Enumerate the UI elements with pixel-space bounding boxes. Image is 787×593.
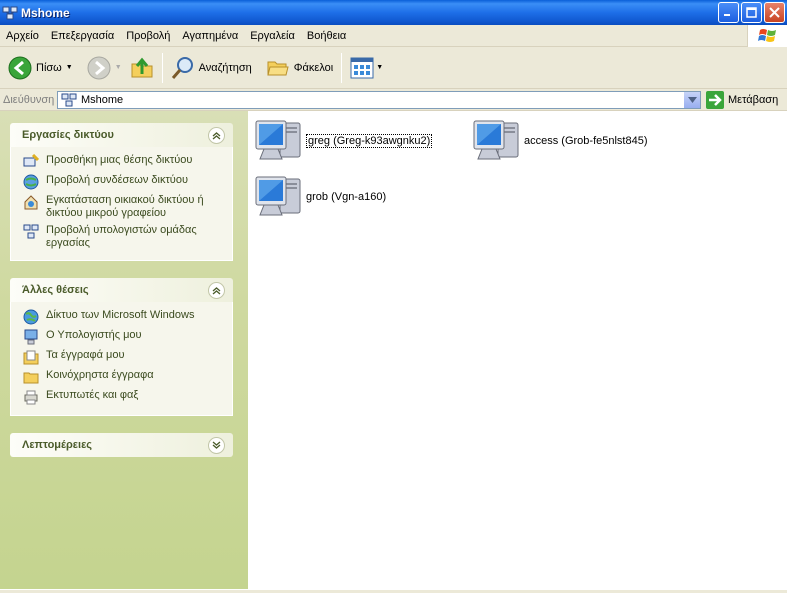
minimize-button[interactable] <box>718 2 739 23</box>
address-value: Mshome <box>81 94 124 106</box>
details-title: Λεπτομέρειες <box>22 439 93 451</box>
my-computer-icon <box>24 329 38 345</box>
address-dropdown-button[interactable] <box>684 92 700 108</box>
add-network-place-icon <box>23 154 39 167</box>
menu-bar: Αρχείο Επεξεργασία Προβολή Αγαπημένα Εργ… <box>0 25 787 47</box>
close-button[interactable] <box>764 2 785 23</box>
network-connections-icon <box>23 174 39 190</box>
search-icon <box>171 56 193 79</box>
folders-label: Φάκελοι <box>293 61 334 74</box>
other-places-title: Άλλες θέσεις <box>22 284 89 296</box>
computer-icon <box>255 176 301 216</box>
network-setup-icon <box>24 195 38 210</box>
go-label: Μετάβαση <box>728 94 779 106</box>
back-label: Πίσω <box>36 61 62 74</box>
windows-network-link[interactable]: Δίκτυο των Microsoft Windows <box>23 309 222 325</box>
my-documents-icon <box>23 350 39 365</box>
computer-icon <box>255 120 301 160</box>
up-button[interactable] <box>126 51 158 85</box>
network-tasks-panel: Εργασίες δικτύου Προσθήκη μιας θέσης δικ… <box>10 123 233 261</box>
my-documents-link[interactable]: Τα έγγραφά μου <box>23 349 222 365</box>
window-bottom-border <box>0 589 787 593</box>
windows-network-icon <box>23 309 39 325</box>
back-dropdown-icon[interactable]: ▼ <box>66 64 73 71</box>
windows-logo-icon <box>747 25 787 47</box>
menu-view[interactable]: Προβολή <box>120 30 176 42</box>
address-bar: Διεύθυνση Mshome Μετάβαση <box>0 89 787 111</box>
menu-edit[interactable]: Επεξεργασία <box>45 30 120 42</box>
forward-button[interactable]: ▼ <box>83 51 126 85</box>
workgroup-computers-link[interactable]: Προβολή υπολογιστών ομάδας εργασίας <box>23 224 222 250</box>
close-icon <box>769 7 780 18</box>
computer-item[interactable]: access (Grob-fe5nlst845) <box>472 117 648 165</box>
network-icon <box>61 93 77 107</box>
minimize-icon <box>724 14 730 16</box>
search-button[interactable]: Αναζήτηση <box>167 51 256 85</box>
printers-icon <box>24 390 38 405</box>
shared-documents-icon <box>23 372 39 384</box>
computer-item[interactable]: grob (Vgn-a160) <box>254 173 386 221</box>
collapse-icon[interactable] <box>208 126 225 144</box>
computer-label: grob (Vgn-a160) <box>306 191 387 203</box>
folder-up-icon <box>131 57 153 77</box>
network-connections-link[interactable]: Προβολή συνδέσεων δικτύου <box>23 174 222 190</box>
network-icon <box>2 6 18 19</box>
maximize-icon <box>746 7 757 18</box>
printers-link[interactable]: Εκτυπωτές και φαξ <box>23 389 222 405</box>
network-tasks-header[interactable]: Εργασίες δικτύου <box>10 123 233 147</box>
window-title: Mshome <box>21 5 70 20</box>
details-header[interactable]: Λεπτομέρειες <box>10 433 233 457</box>
views-button[interactable]: ▼ <box>346 51 387 85</box>
views-icon <box>350 57 374 78</box>
computer-icon <box>473 120 519 160</box>
chevron-down-icon <box>687 97 697 103</box>
folders-button[interactable]: Φάκελοι <box>262 51 337 85</box>
menu-favorites[interactable]: Αγαπημένα <box>176 30 244 42</box>
my-computer-link[interactable]: Ο Υπολογιστής μου <box>23 329 222 345</box>
search-label: Αναζήτηση <box>198 61 252 74</box>
back-arrow-icon <box>8 56 32 79</box>
menu-file[interactable]: Αρχείο <box>0 30 45 42</box>
maximize-button[interactable] <box>741 2 762 23</box>
add-network-place-link[interactable]: Προσθήκη μιας θέσης δικτύου <box>23 154 222 170</box>
computer-label: access (Grob-fe5nlst845) <box>524 135 648 147</box>
address-label: Διεύθυνση <box>3 93 55 106</box>
other-places-panel: Άλλες θέσεις Δίκτυο των Microsoft Window… <box>10 278 233 416</box>
go-button[interactable]: Μετάβαση <box>706 90 778 110</box>
workgroup-computers-icon <box>23 224 39 239</box>
go-arrow-icon <box>706 91 724 109</box>
folders-icon <box>267 61 289 75</box>
menu-help[interactable]: Βοήθεια <box>301 30 352 42</box>
views-dropdown-icon[interactable]: ▼ <box>376 64 383 71</box>
computer-item[interactable]: greg (Greg-k93awgnku2) <box>254 117 433 165</box>
expand-icon[interactable] <box>208 436 225 454</box>
title-bar[interactable]: Mshome <box>0 0 787 25</box>
computer-label: greg (Greg-k93awgnku2) <box>306 134 433 148</box>
other-places-header[interactable]: Άλλες θέσεις <box>10 278 233 302</box>
network-tasks-title: Εργασίες δικτύου <box>22 129 114 141</box>
collapse-icon[interactable] <box>208 281 225 299</box>
menu-tools[interactable]: Εργαλεία <box>244 30 301 42</box>
toolbar-separator <box>341 52 343 83</box>
forward-arrow-icon <box>87 56 111 79</box>
toolbar: Πίσω ▼ ▼ Αναζήτηση Φάκελοι ▼ <box>0 47 787 89</box>
toolbar-separator <box>161 52 163 83</box>
details-panel: Λεπτομέρειες <box>10 433 233 457</box>
back-button[interactable]: Πίσω ▼ <box>4 51 77 85</box>
forward-dropdown-icon[interactable]: ▼ <box>115 64 122 71</box>
task-pane: Εργασίες δικτύου Προσθήκη μιας θέσης δικ… <box>0 111 248 589</box>
address-input[interactable]: Mshome <box>57 91 701 109</box>
shared-documents-link[interactable]: Κοινόχρηστα έγγραφα <box>23 369 222 385</box>
file-list: greg (Greg-k93awgnku2) access (Grob-fe5n… <box>248 111 787 589</box>
network-setup-link[interactable]: Εγκατάσταση οικιακού δικτύου ή δικτύου μ… <box>23 194 222 220</box>
